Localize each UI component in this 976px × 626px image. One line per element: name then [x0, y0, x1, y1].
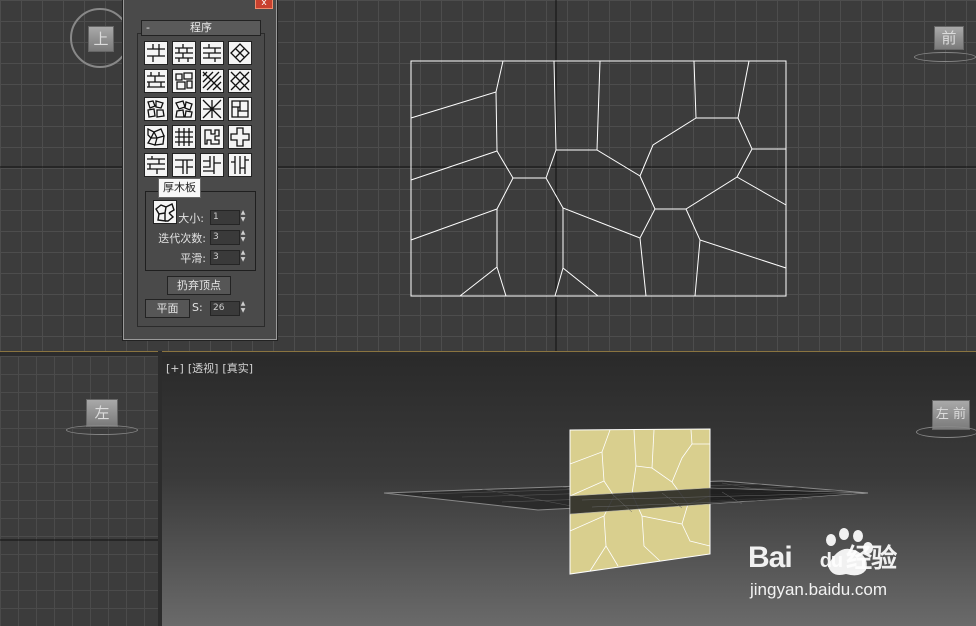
iterations-input[interactable]: 3: [210, 230, 240, 245]
flagstone-icon[interactable]: [172, 97, 196, 121]
parquet-icon[interactable]: [200, 153, 224, 177]
irregular-block-icon[interactable]: [172, 69, 196, 93]
watermark-brand-a: Bai: [748, 541, 793, 574]
watermark-brand-c: 经验: [846, 543, 897, 573]
smooth-label: 平滑:: [180, 252, 206, 265]
left-viewport-axes: [0, 539, 158, 541]
plank-v-icon[interactable]: [228, 153, 252, 177]
pattern-tooltip: 厚木板: [158, 178, 201, 198]
front-viewcube-label: 前: [941, 29, 957, 47]
perspective-viewcube-label: 左 前: [935, 407, 967, 422]
plank-h-icon[interactable]: [144, 153, 168, 177]
cross-tile-icon[interactable]: [228, 125, 252, 149]
smooth-spinner-arrows[interactable]: ▲ ▼: [238, 249, 248, 264]
diagonal-hatch-icon[interactable]: [200, 69, 224, 93]
puzzle-icon[interactable]: [200, 125, 224, 149]
viewport-menu-view[interactable]: [透视]: [188, 362, 219, 375]
brick-offset-icon[interactable]: [144, 69, 168, 93]
rollout-collapse-icon[interactable]: -: [146, 21, 150, 35]
brick-stack-icon[interactable]: [172, 41, 196, 65]
close-icon: x: [261, 0, 267, 8]
seed-label: S:: [192, 301, 203, 314]
cobblestone-icon[interactable]: [144, 97, 168, 121]
plank-mixed-icon[interactable]: [172, 153, 196, 177]
running-bond-icon[interactable]: [200, 41, 224, 65]
diamond-tile-icon[interactable]: [228, 41, 252, 65]
watermark-url: jingyan.baidu.com: [750, 580, 888, 599]
plane-button[interactable]: 平面: [145, 299, 190, 318]
left-viewcube-ring: [66, 425, 138, 435]
discard-vertices-button[interactable]: 扔弃顶点: [167, 276, 231, 295]
size-label: 大小:: [178, 212, 204, 225]
rollout-header[interactable]: - 程序: [141, 20, 261, 36]
perspective-viewcube-ring: [916, 426, 976, 438]
size-input[interactable]: 1: [210, 210, 240, 225]
voronoi-plane-outline: [410, 60, 787, 297]
square-grid-icon[interactable]: [172, 125, 196, 149]
top-viewcube[interactable]: 上: [88, 26, 114, 52]
perspective-viewport[interactable]: [+] [透视] [真实] 左 前 Bai du 经验 jingyan.baidu.co…: [162, 356, 976, 626]
diamond-grid-icon[interactable]: [228, 69, 252, 93]
baidu-watermark: Bai du 经验 jingyan.baidu.com: [748, 526, 976, 606]
iterations-label: 迭代次数:: [158, 232, 206, 245]
interlock-icon[interactable]: [228, 97, 252, 121]
perspective-viewport-label[interactable]: [+] [透视] [真实]: [166, 360, 257, 376]
rollout-title: 程序: [190, 21, 212, 34]
left-viewcube-label: 左: [94, 404, 110, 422]
viewport-menu-shading[interactable]: [真实]: [222, 362, 253, 375]
front-viewcube-ring: [914, 52, 976, 62]
size-spinner-arrows[interactable]: ▲ ▼: [238, 209, 248, 224]
left-viewport[interactable]: 左: [0, 356, 158, 626]
lattice-icon[interactable]: [200, 97, 224, 121]
top-viewcube-label: 上: [93, 30, 109, 48]
close-button[interactable]: x: [255, 0, 273, 9]
left-viewcube[interactable]: 左: [86, 399, 118, 427]
watermark-brand: Bai du 经验: [748, 538, 897, 575]
viewport-menu-plus[interactable]: [+]: [166, 362, 184, 375]
watermark-brand-b: du: [819, 550, 843, 572]
crazy-paving-icon[interactable]: [144, 125, 168, 149]
front-viewcube[interactable]: 前: [934, 26, 964, 50]
iterations-spinner-arrows[interactable]: ▲ ▼: [238, 229, 248, 244]
smooth-input[interactable]: 3: [210, 250, 240, 265]
brick-grid-icon[interactable]: [144, 41, 168, 65]
seed-input[interactable]: 26: [210, 301, 240, 316]
seed-spinner-arrows[interactable]: ▲ ▼: [238, 300, 248, 315]
